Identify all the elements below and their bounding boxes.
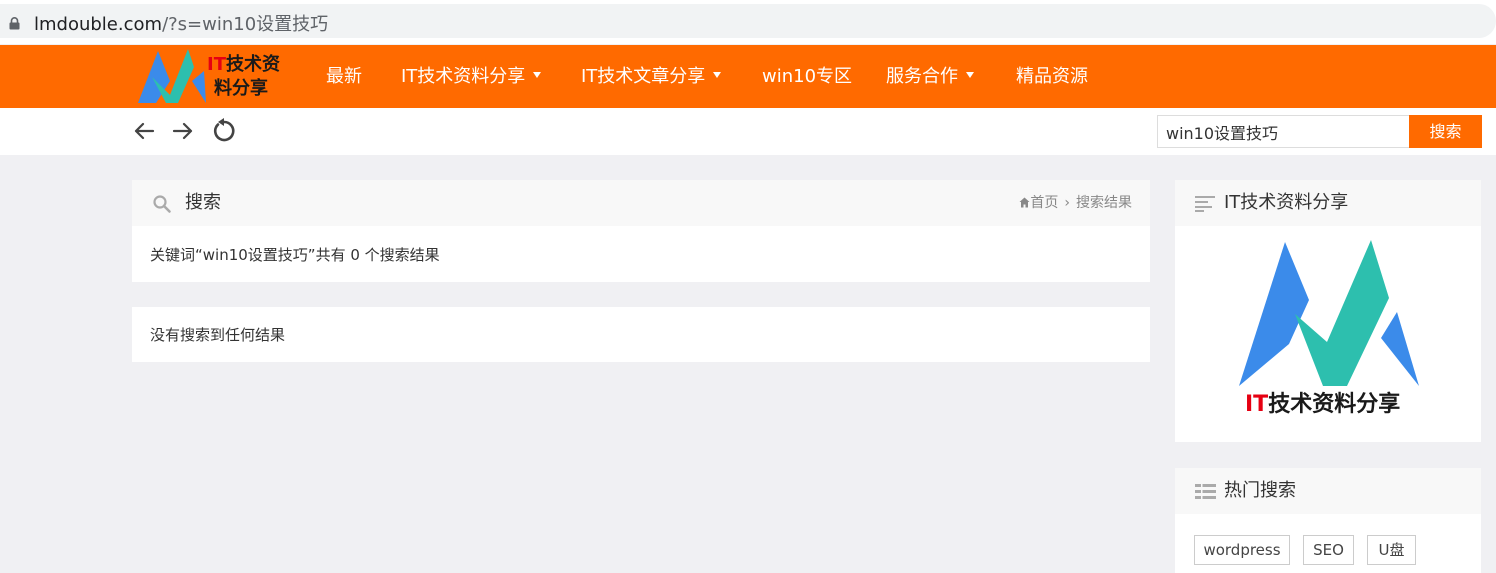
- search-panel-header: 搜索 首页 › 搜索结果: [132, 180, 1150, 226]
- logo-text-red: IT: [207, 54, 226, 75]
- address-bar[interactable]: lmdouble.com/?s=win10设置技巧: [0, 0, 1496, 44]
- nav-label: IT技术文章分享: [581, 66, 706, 87]
- caption-rest: 技术资料分享: [1268, 392, 1401, 417]
- caret-down-icon: [713, 72, 722, 78]
- url-path: /?s=win10设置技巧: [162, 14, 329, 35]
- breadcrumb-separator: ›: [1064, 195, 1070, 211]
- search-summary: 关键词“win10设置技巧”共有 0 个搜索结果: [150, 246, 440, 264]
- search-icon: [153, 195, 171, 213]
- breadcrumb: 首页 › 搜索结果: [1019, 194, 1132, 212]
- caret-down-icon: [966, 72, 974, 78]
- grid-icon: [1195, 484, 1216, 499]
- arrow-left-icon[interactable]: [131, 118, 157, 144]
- tag-wordpress[interactable]: wordpress: [1194, 535, 1290, 565]
- nav-item-premium[interactable]: 精品资源: [1016, 45, 1088, 108]
- logo-mark-icon[interactable]: [1237, 238, 1421, 388]
- no-results-message: 没有搜索到任何结果: [150, 326, 286, 344]
- search-input[interactable]: [1157, 115, 1410, 148]
- widget-title: IT技术资料分享: [1224, 192, 1349, 213]
- nav-label: 最新: [326, 66, 362, 87]
- nav-label: 服务合作: [886, 66, 958, 87]
- nav-label: 精品资源: [1016, 66, 1088, 87]
- site-logo[interactable]: IT技术资 料分享: [136, 47, 286, 105]
- logo-mark-icon: [138, 49, 206, 103]
- logo-text: IT技术资 料分享: [207, 53, 287, 101]
- sidebar-widget-it-resources: IT技术资料分享 IT技术资料分享: [1175, 180, 1481, 442]
- search-button[interactable]: 搜索: [1409, 115, 1482, 148]
- nav-item-win10[interactable]: win10专区: [762, 45, 852, 108]
- caption-red: IT: [1245, 392, 1269, 417]
- logo-text-line2: 料分享: [214, 78, 268, 99]
- nav-item-latest[interactable]: 最新: [326, 45, 362, 108]
- results-panel: 没有搜索到任何结果: [132, 307, 1150, 362]
- url-text[interactable]: lmdouble.com/?s=win10设置技巧: [34, 13, 328, 37]
- search-panel-title: 搜索: [185, 192, 221, 213]
- widget-logo-caption: IT技术资料分享: [1245, 391, 1400, 419]
- tag-seo[interactable]: SEO: [1303, 535, 1354, 565]
- nav-label: IT技术资料分享: [401, 66, 526, 87]
- widget-header: 热门搜索: [1175, 468, 1481, 514]
- logo-text-rest: 技术资: [225, 54, 280, 75]
- arrow-right-icon[interactable]: [170, 118, 196, 144]
- refresh-icon[interactable]: [211, 118, 237, 144]
- breadcrumb-current: 搜索结果: [1076, 195, 1132, 211]
- home-icon: [1019, 197, 1030, 208]
- search-panel: 搜索 首页 › 搜索结果 关键词“win10设置技巧”共有 0 个搜索结果: [132, 180, 1150, 282]
- toolbar: 搜索: [0, 108, 1496, 155]
- url-domain: lmdouble.com: [34, 14, 163, 35]
- tag-usb[interactable]: U盘: [1367, 535, 1416, 565]
- nav-label: win10专区: [762, 66, 853, 87]
- nav-item-it-resources[interactable]: IT技术资料分享: [401, 45, 542, 108]
- nav-item-it-articles[interactable]: IT技术文章分享: [581, 45, 722, 108]
- widget-header: IT技术资料分享: [1175, 180, 1481, 226]
- list-icon: [1195, 196, 1215, 212]
- nav-item-services[interactable]: 服务合作: [886, 45, 974, 108]
- lock-icon[interactable]: [9, 17, 20, 30]
- url-field[interactable]: lmdouble.com/?s=win10设置技巧: [0, 4, 1496, 38]
- widget-title: 热门搜索: [1224, 480, 1296, 501]
- caret-down-icon: [533, 72, 542, 78]
- breadcrumb-home[interactable]: 首页: [1030, 195, 1058, 211]
